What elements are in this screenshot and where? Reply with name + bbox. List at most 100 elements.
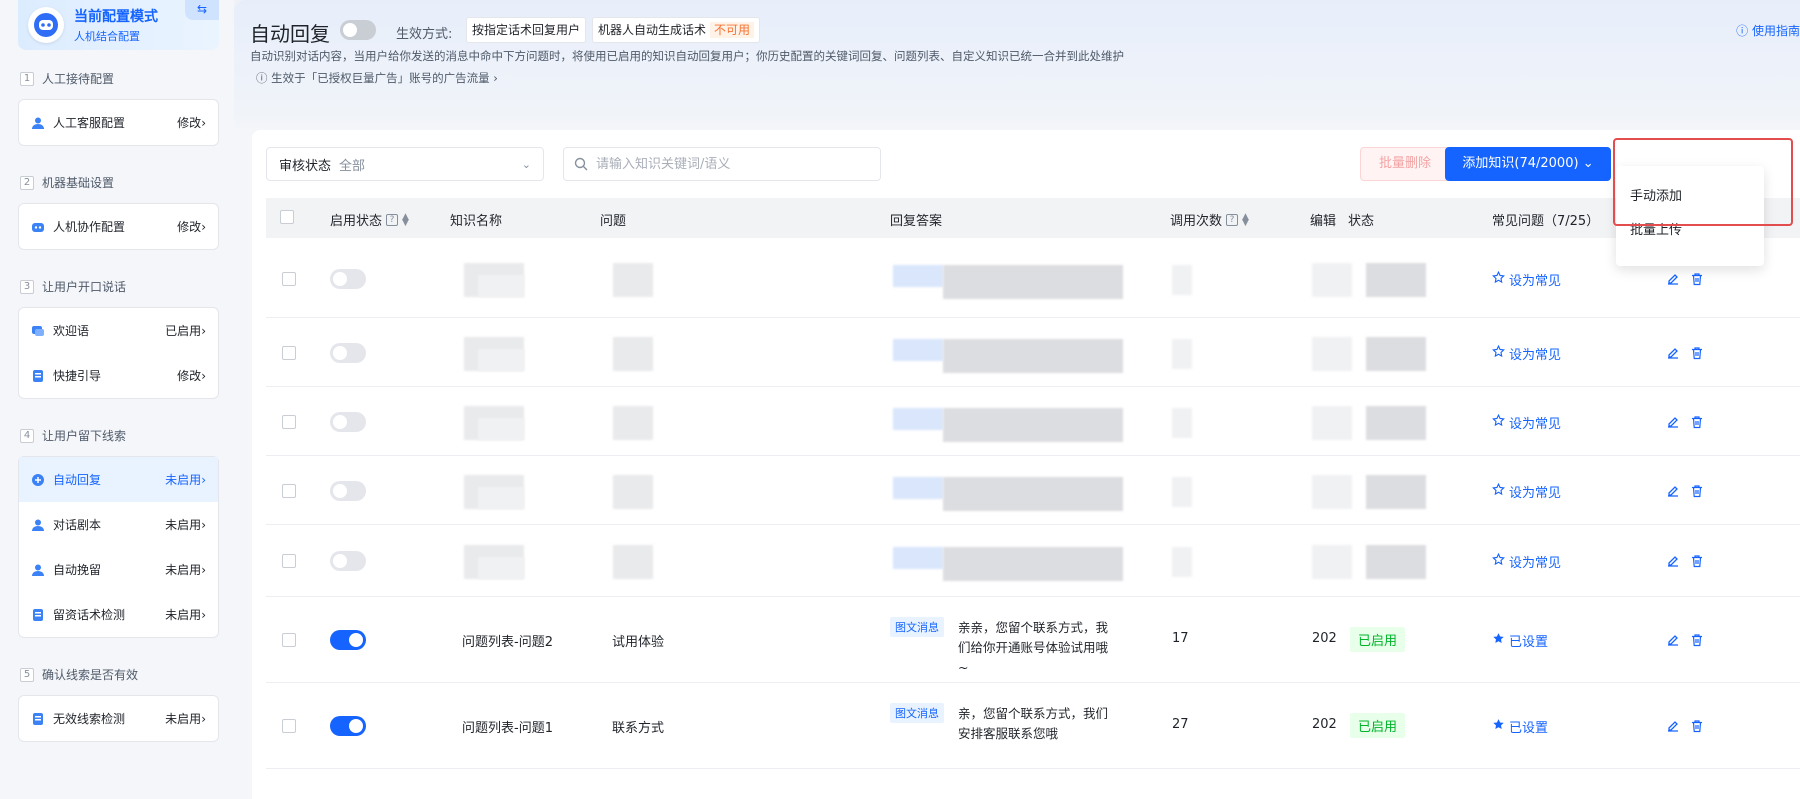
row-checkbox[interactable] xyxy=(282,554,296,568)
blurred-count xyxy=(1172,476,1192,507)
faq-set-link[interactable]: 已设置 xyxy=(1492,631,1548,650)
row-actions xyxy=(1666,484,1704,498)
row-checkbox[interactable] xyxy=(282,345,296,360)
blurred-status xyxy=(1366,545,1426,579)
row-enable-toggle[interactable] xyxy=(330,716,366,736)
row-checkbox[interactable] xyxy=(282,483,296,498)
ad-scope-link[interactable]: ⓘ 生效于「已授权巨量广告」账号的广告流量 › xyxy=(256,70,498,86)
add-knowledge-button[interactable]: 添加知识(74/2000) ⌄ xyxy=(1445,147,1611,181)
delete-icon[interactable] xyxy=(1690,719,1704,733)
col-enabled[interactable]: 启用状态? ▲ ▼ xyxy=(330,210,409,229)
col-name: 知识名称 xyxy=(450,214,503,229)
table-row: 问题列表-问题2 试用体验 图文消息 亲亲，您留个联系方式，我们给你开通账号体验试用哦… xyxy=(266,597,1800,683)
delete-icon[interactable] xyxy=(1690,272,1704,286)
row-actions xyxy=(1666,272,1704,286)
row-checkbox[interactable] xyxy=(282,414,296,429)
blurred-name-part xyxy=(478,417,524,440)
row-enable-toggle[interactable] xyxy=(330,630,366,650)
sidebar-item-quick-guide[interactable]: 快捷引导 修改 › xyxy=(19,353,218,398)
knowledge-name: 问题列表-问题2 xyxy=(462,635,553,650)
sidebar-item-welcome[interactable]: 欢迎语 已启用 › xyxy=(19,308,218,353)
sidebar-item-collab-config[interactable]: 人机协作配置 修改 › xyxy=(19,204,218,249)
sidebar-item-invalid-lead[interactable]: 无效线索检测 未启用 › xyxy=(19,696,218,741)
question-text: 试用体验 xyxy=(612,635,665,650)
select-all-checkbox[interactable] xyxy=(280,210,294,224)
edit-icon[interactable] xyxy=(1666,633,1680,647)
blurred-answer-tag xyxy=(893,547,943,569)
section-title-2: 2 机器基础设置 xyxy=(20,174,114,191)
manual-add-option[interactable]: 手动添加 xyxy=(1616,180,1764,214)
col-answer: 回复答案 xyxy=(890,214,943,229)
col-faq: 常见问题（7/25） xyxy=(1492,214,1600,229)
knowledge-search[interactable] xyxy=(563,147,881,181)
page-title: 自动回复 xyxy=(250,22,330,46)
page-description: 自动识别对话内容，当用户给你发送的消息中命中下方问题时，将使用已启用的知识自动回… xyxy=(250,49,1124,63)
switch-mode-icon[interactable]: ⇆ xyxy=(185,0,219,20)
faq-set-link[interactable]: 已设置 xyxy=(1492,717,1548,736)
sidebar-item-auto-retain[interactable]: 自动挽留 未启用 › xyxy=(19,547,218,592)
row-enable-toggle[interactable] xyxy=(330,551,366,571)
auto-reply-toggle[interactable] xyxy=(340,20,376,40)
blurred-answer-tag xyxy=(893,407,943,430)
retain-icon xyxy=(32,564,44,576)
set-faq-link[interactable]: 设为常见 xyxy=(1492,482,1561,501)
row-checkbox[interactable] xyxy=(282,272,296,286)
row-checkbox[interactable] xyxy=(282,719,296,733)
bulk-upload-option[interactable]: 批量上传 xyxy=(1616,214,1764,248)
blurred-status xyxy=(1366,263,1426,297)
search-input[interactable] xyxy=(596,156,870,172)
edit-icon[interactable] xyxy=(1666,719,1680,733)
config-mode-card[interactable]: 当前配置模式 人机结合配置 ⇆ xyxy=(18,0,219,50)
delete-icon[interactable] xyxy=(1690,554,1704,568)
edit-icon[interactable] xyxy=(1666,346,1680,360)
auto-reply-icon xyxy=(32,473,44,486)
sidebar-item-auto-reply[interactable]: 自动回复 未启用 › xyxy=(19,457,218,502)
sidebar-item-lead-detect[interactable]: 留资话术检测 未启用 › xyxy=(19,592,218,637)
chevron-down-icon: ⌄ xyxy=(1582,156,1594,171)
blurred-answer xyxy=(943,547,1123,581)
table-row: 设为常见 xyxy=(266,387,1800,456)
edit-icon[interactable] xyxy=(1666,415,1680,429)
section-title-5: 5 确认线索是否有效 xyxy=(20,666,138,683)
col-call-count[interactable]: 调用次数? ▲ ▼ xyxy=(1170,210,1249,229)
col-edit: 编辑 xyxy=(1310,214,1337,229)
table-header: 启用状态? ▲ ▼ 知识名称 问题 回复答案 调用次数? ▲ ▼ 编辑 状态 常见问题（… xyxy=(266,198,1800,238)
review-status-select[interactable]: 审核状态 全部 ⌄ xyxy=(266,147,544,181)
blurred-question xyxy=(613,405,653,440)
delete-icon[interactable] xyxy=(1690,415,1704,429)
effect-option-auto-generate[interactable]: 机器人自动生成话术 不可用 xyxy=(592,17,761,43)
set-faq-link[interactable]: 设为常见 xyxy=(1492,270,1561,289)
delete-icon[interactable] xyxy=(1690,346,1704,360)
set-faq-link[interactable]: 设为常见 xyxy=(1492,413,1561,432)
row-enable-toggle[interactable] xyxy=(330,411,366,432)
row-checkbox[interactable] xyxy=(282,633,296,647)
edit-icon[interactable] xyxy=(1666,484,1680,498)
edit-time: 202 xyxy=(1312,717,1337,732)
user-guide-link[interactable]: ⓘ 使用指南 xyxy=(1736,22,1800,39)
effect-option-script[interactable]: 按指定话术回复用户 xyxy=(466,17,587,43)
blurred-answer-tag xyxy=(893,338,943,361)
set-faq-link[interactable]: 设为常见 xyxy=(1492,552,1561,571)
blurred-answer-tag xyxy=(893,476,943,499)
row-enable-toggle[interactable] xyxy=(330,480,366,501)
edit-icon[interactable] xyxy=(1666,554,1680,568)
effect-label: 生效方式: xyxy=(396,27,453,42)
message-type-badge: 图文消息 xyxy=(890,617,944,637)
mode-subtitle: 人机结合配置 xyxy=(74,30,140,43)
bulk-delete-button[interactable]: 批量删除 xyxy=(1360,147,1450,181)
sidebar-item-dialog-script[interactable]: 对话剧本 未启用 › xyxy=(19,502,218,547)
edit-icon[interactable] xyxy=(1666,272,1680,286)
set-faq-link[interactable]: 设为常见 xyxy=(1492,344,1561,363)
answer-text: 亲亲，您留个联系方式，我们给你开通账号体验试用哦~ xyxy=(958,620,1109,675)
delete-icon[interactable] xyxy=(1690,633,1704,647)
table-row: 设为常见 xyxy=(266,456,1800,525)
row-actions xyxy=(1666,346,1704,360)
user-icon xyxy=(32,117,44,129)
delete-icon[interactable] xyxy=(1690,484,1704,498)
row-enable-toggle[interactable] xyxy=(330,269,366,289)
row-enable-toggle[interactable] xyxy=(330,342,366,363)
sidebar-item-agent-config[interactable]: 人工客服配置 修改 › xyxy=(19,100,218,145)
blurred-edit xyxy=(1312,545,1352,579)
table-row: 设为常见 xyxy=(266,525,1800,597)
col-status: 状态 xyxy=(1348,214,1375,229)
